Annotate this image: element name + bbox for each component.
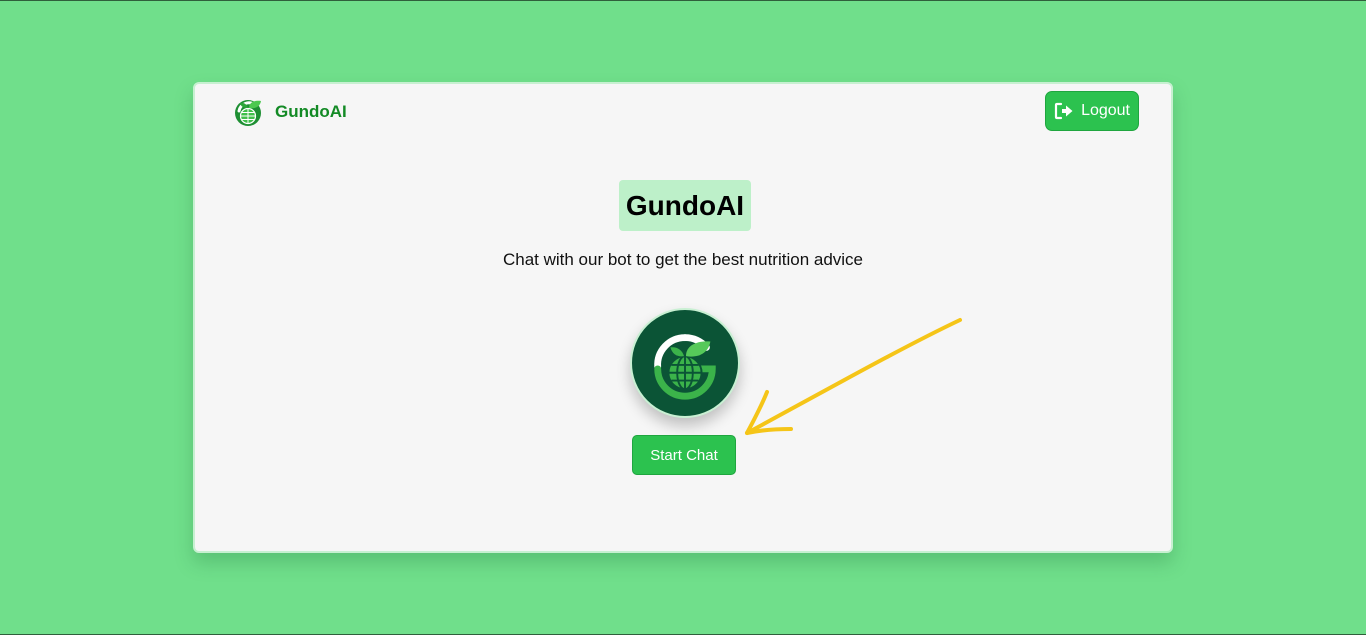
logout-label: Logout	[1081, 102, 1130, 119]
page-title: GundoAI	[619, 180, 751, 231]
logout-button[interactable]: Logout	[1045, 91, 1139, 131]
start-chat-button[interactable]: Start Chat	[632, 435, 736, 475]
globe-leaf-logo-icon	[235, 100, 261, 126]
main-card: GundoAI Logout GundoAI Chat with our bot…	[193, 82, 1173, 553]
brand-name: GundoAI	[275, 102, 347, 121]
page-subtitle: Chat with our bot to get the best nutrit…	[502, 250, 864, 269]
bot-avatar	[630, 308, 740, 418]
brand[interactable]: GundoAI	[233, 96, 347, 128]
hand-drawn-arrow-icon	[745, 318, 962, 435]
bot-globe-leaf-avatar-icon	[654, 334, 716, 400]
window-top-edge	[0, 0, 1366, 1]
sign-out-icon	[1054, 102, 1073, 120]
